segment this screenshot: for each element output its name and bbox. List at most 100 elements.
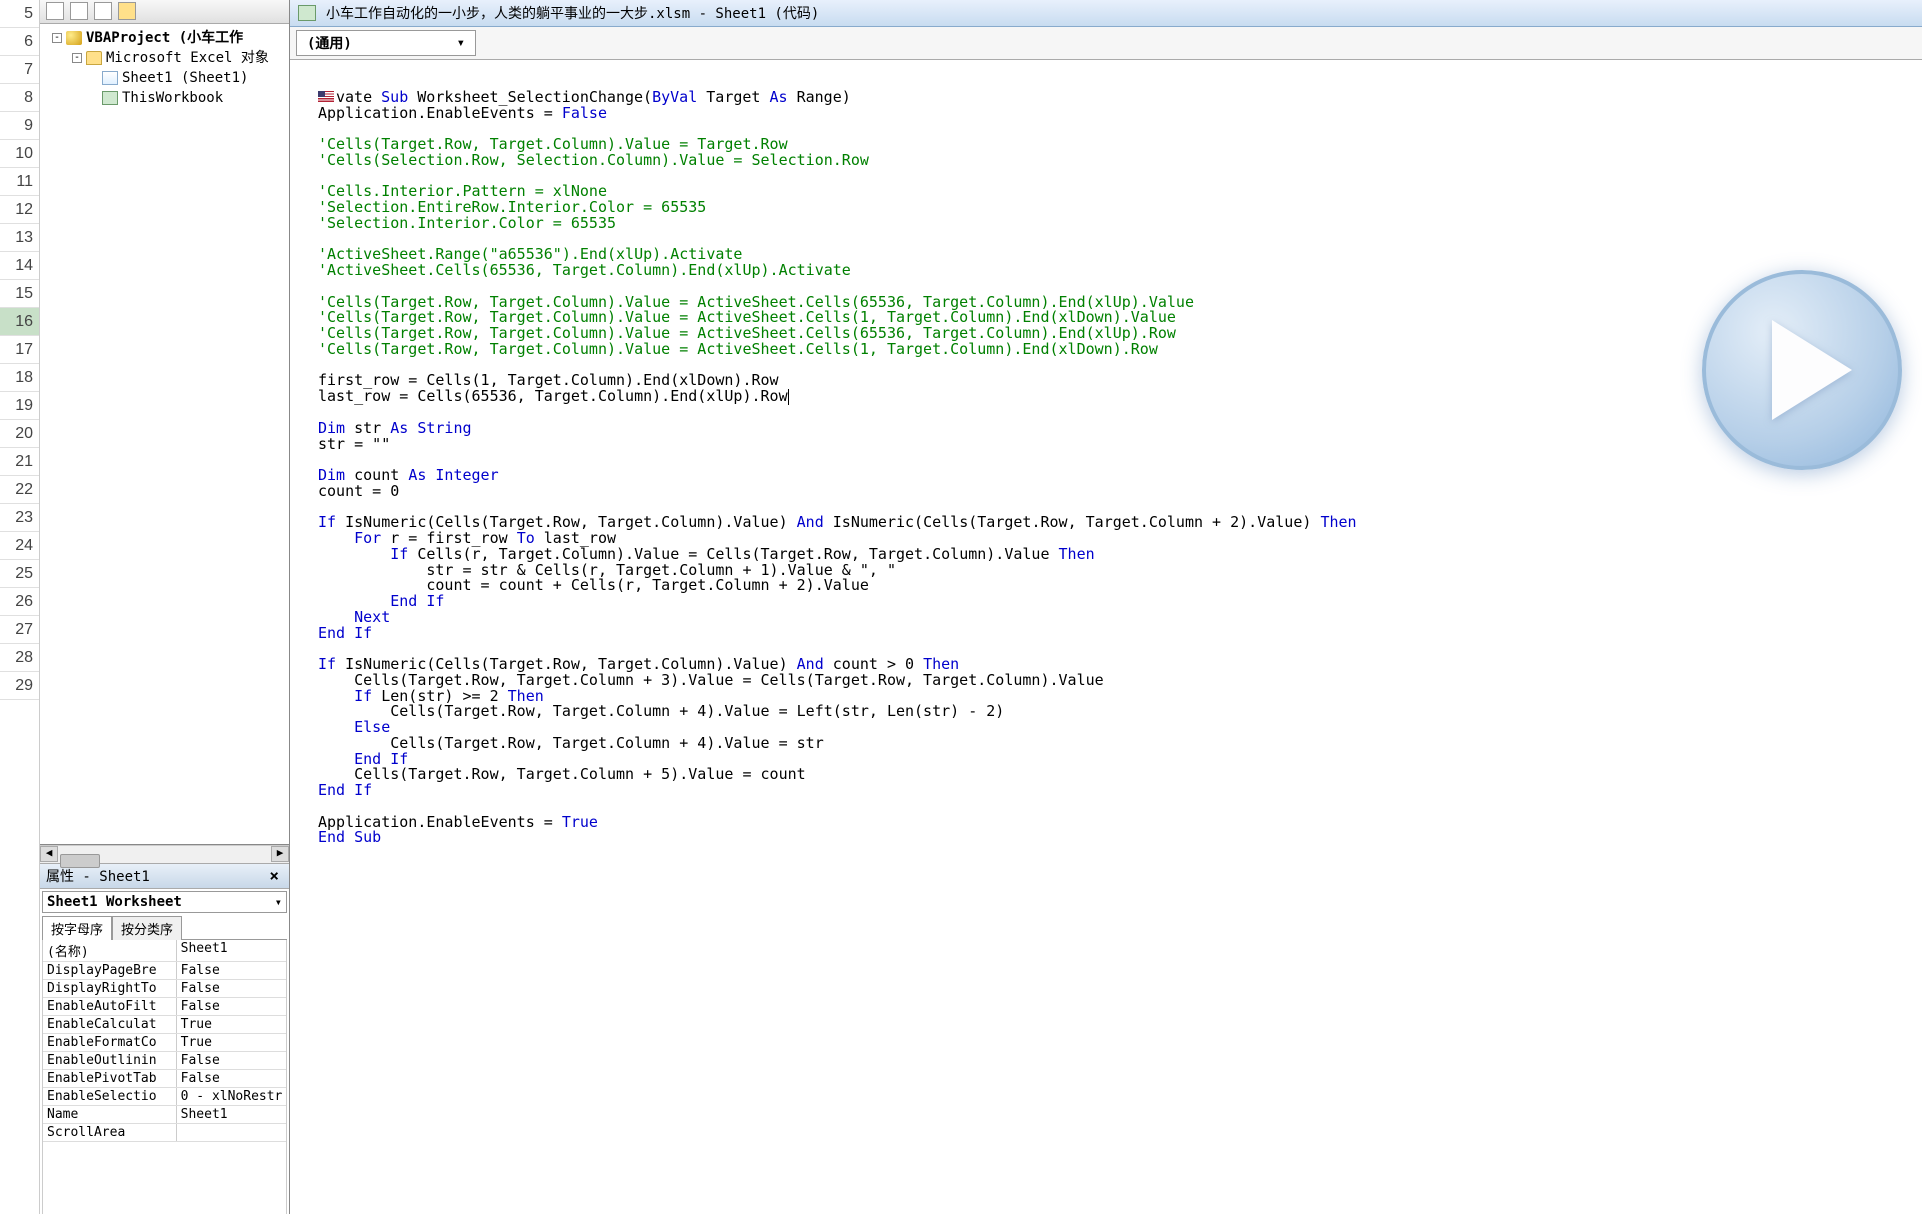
- property-row[interactable]: NameSheet1: [43, 1106, 286, 1124]
- tree-workbook-item[interactable]: ThisWorkbook: [44, 88, 285, 108]
- property-row[interactable]: (名称)Sheet1: [43, 940, 286, 962]
- property-value[interactable]: False: [177, 980, 286, 997]
- row-header[interactable]: 11: [0, 168, 39, 196]
- property-name: EnableAutoFilt: [43, 998, 177, 1015]
- vbe-side-panel: - VBAProject (小车工作 - Microsoft Excel 对象 …: [40, 0, 290, 1214]
- property-value[interactable]: Sheet1: [177, 940, 286, 961]
- row-header[interactable]: 25: [0, 560, 39, 588]
- object-combo[interactable]: (通用) ▾: [296, 30, 476, 56]
- project-explorer[interactable]: - VBAProject (小车工作 - Microsoft Excel 对象 …: [40, 24, 289, 845]
- row-header[interactable]: 26: [0, 588, 39, 616]
- row-header[interactable]: 20: [0, 420, 39, 448]
- property-row[interactable]: EnableFormatCoTrue: [43, 1034, 286, 1052]
- property-value[interactable]: 0 - xlNoRestr: [177, 1088, 286, 1105]
- property-row[interactable]: EnableAutoFiltFalse: [43, 998, 286, 1016]
- property-name: Name: [43, 1106, 177, 1123]
- module-icon: [298, 5, 316, 21]
- properties-grid[interactable]: (名称)Sheet1DisplayPageBreFalseDisplayRigh…: [42, 940, 287, 1214]
- property-row[interactable]: ScrollArea: [43, 1124, 286, 1142]
- project-icon: [66, 31, 82, 45]
- object-procedure-bar: (通用) ▾: [290, 27, 1922, 60]
- row-header[interactable]: 21: [0, 448, 39, 476]
- property-name: ScrollArea: [43, 1124, 177, 1141]
- code-editor[interactable]: vate Sub Worksheet_SelectionChange(ByVal…: [290, 60, 1922, 1214]
- play-button-overlay[interactable]: [1702, 270, 1902, 470]
- row-header[interactable]: 28: [0, 644, 39, 672]
- property-tabs: 按字母序 按分类序: [42, 915, 287, 940]
- property-value[interactable]: False: [177, 1070, 286, 1087]
- toolbar-button[interactable]: [94, 2, 112, 20]
- row-header[interactable]: 24: [0, 532, 39, 560]
- property-name: EnableCalculat: [43, 1016, 177, 1033]
- code-window: 小车工作自动化的一小步，人类的躺平事业的一大步.xlsm - Sheet1 (代…: [290, 0, 1922, 1214]
- toolbar-button[interactable]: [46, 2, 64, 20]
- property-row[interactable]: EnableSelectio0 - xlNoRestr: [43, 1088, 286, 1106]
- folder-icon: [86, 51, 102, 65]
- property-name: (名称): [43, 940, 177, 961]
- property-value[interactable]: False: [177, 998, 286, 1015]
- code-window-titlebar: 小车工作自动化的一小步，人类的躺平事业的一大步.xlsm - Sheet1 (代…: [290, 0, 1922, 27]
- row-header[interactable]: 18: [0, 364, 39, 392]
- tree-sheet-item[interactable]: Sheet1 (Sheet1): [44, 68, 285, 88]
- row-header[interactable]: 16: [0, 308, 39, 336]
- toolbar-button[interactable]: [70, 2, 88, 20]
- properties-title-label: 属性 - Sheet1: [46, 866, 150, 886]
- tree-collapse-icon[interactable]: -: [72, 53, 82, 63]
- row-header[interactable]: 12: [0, 196, 39, 224]
- property-row[interactable]: DisplayRightToFalse: [43, 980, 286, 998]
- flag-icon: [318, 91, 334, 103]
- row-header[interactable]: 10: [0, 140, 39, 168]
- horizontal-scrollbar[interactable]: ◀ ▶: [40, 845, 289, 863]
- property-row[interactable]: EnableCalculatTrue: [43, 1016, 286, 1034]
- property-name: EnableOutlinin: [43, 1052, 177, 1069]
- row-header[interactable]: 29: [0, 672, 39, 700]
- property-row[interactable]: EnableOutlininFalse: [43, 1052, 286, 1070]
- code-window-title: 小车工作自动化的一小步，人类的躺平事业的一大步.xlsm - Sheet1 (代…: [326, 3, 819, 23]
- excel-row-gutter: 5678910111213141516171819202122232425262…: [0, 0, 40, 1214]
- property-value[interactable]: Sheet1: [177, 1106, 286, 1123]
- row-header[interactable]: 17: [0, 336, 39, 364]
- row-header[interactable]: 8: [0, 84, 39, 112]
- tab-alphabetic[interactable]: 按字母序: [42, 916, 112, 940]
- property-value[interactable]: False: [177, 962, 286, 979]
- property-name: EnablePivotTab: [43, 1070, 177, 1087]
- scroll-left-arrow[interactable]: ◀: [40, 846, 58, 862]
- scroll-thumb[interactable]: [60, 854, 100, 868]
- row-header[interactable]: 14: [0, 252, 39, 280]
- row-header[interactable]: 23: [0, 504, 39, 532]
- tree-project-root[interactable]: - VBAProject (小车工作: [44, 28, 285, 48]
- object-selector-label: Sheet1 Worksheet: [47, 894, 182, 910]
- property-row[interactable]: EnablePivotTabFalse: [43, 1070, 286, 1088]
- row-header[interactable]: 6: [0, 28, 39, 56]
- scroll-right-arrow[interactable]: ▶: [271, 846, 289, 862]
- property-value[interactable]: True: [177, 1016, 286, 1033]
- text-cursor: [788, 389, 789, 405]
- chevron-down-icon[interactable]: ▾: [457, 35, 465, 51]
- row-header[interactable]: 19: [0, 392, 39, 420]
- property-name: DisplayRightTo: [43, 980, 177, 997]
- object-selector-combo[interactable]: Sheet1 Worksheet ▾: [42, 891, 287, 913]
- row-header[interactable]: 5: [0, 0, 39, 28]
- tree-folder[interactable]: - Microsoft Excel 对象: [44, 48, 285, 68]
- row-header[interactable]: 9: [0, 112, 39, 140]
- tree-collapse-icon[interactable]: -: [52, 33, 62, 43]
- object-combo-label: (通用): [307, 33, 352, 53]
- row-header[interactable]: 7: [0, 56, 39, 84]
- toolbar-folder-button[interactable]: [118, 2, 136, 20]
- tab-categorized[interactable]: 按分类序: [112, 916, 182, 940]
- workbook-icon: [102, 91, 118, 105]
- property-row[interactable]: DisplayPageBreFalse: [43, 962, 286, 980]
- property-value[interactable]: False: [177, 1052, 286, 1069]
- row-header[interactable]: 13: [0, 224, 39, 252]
- sheet-icon: [102, 71, 118, 85]
- property-name: DisplayPageBre: [43, 962, 177, 979]
- property-value[interactable]: [177, 1124, 286, 1141]
- close-icon[interactable]: ×: [265, 866, 283, 885]
- property-value[interactable]: True: [177, 1034, 286, 1051]
- chevron-down-icon[interactable]: ▾: [275, 895, 282, 909]
- row-header[interactable]: 27: [0, 616, 39, 644]
- property-name: EnableFormatCo: [43, 1034, 177, 1051]
- row-header[interactable]: 22: [0, 476, 39, 504]
- row-header[interactable]: 15: [0, 280, 39, 308]
- project-toolbar: [40, 0, 289, 24]
